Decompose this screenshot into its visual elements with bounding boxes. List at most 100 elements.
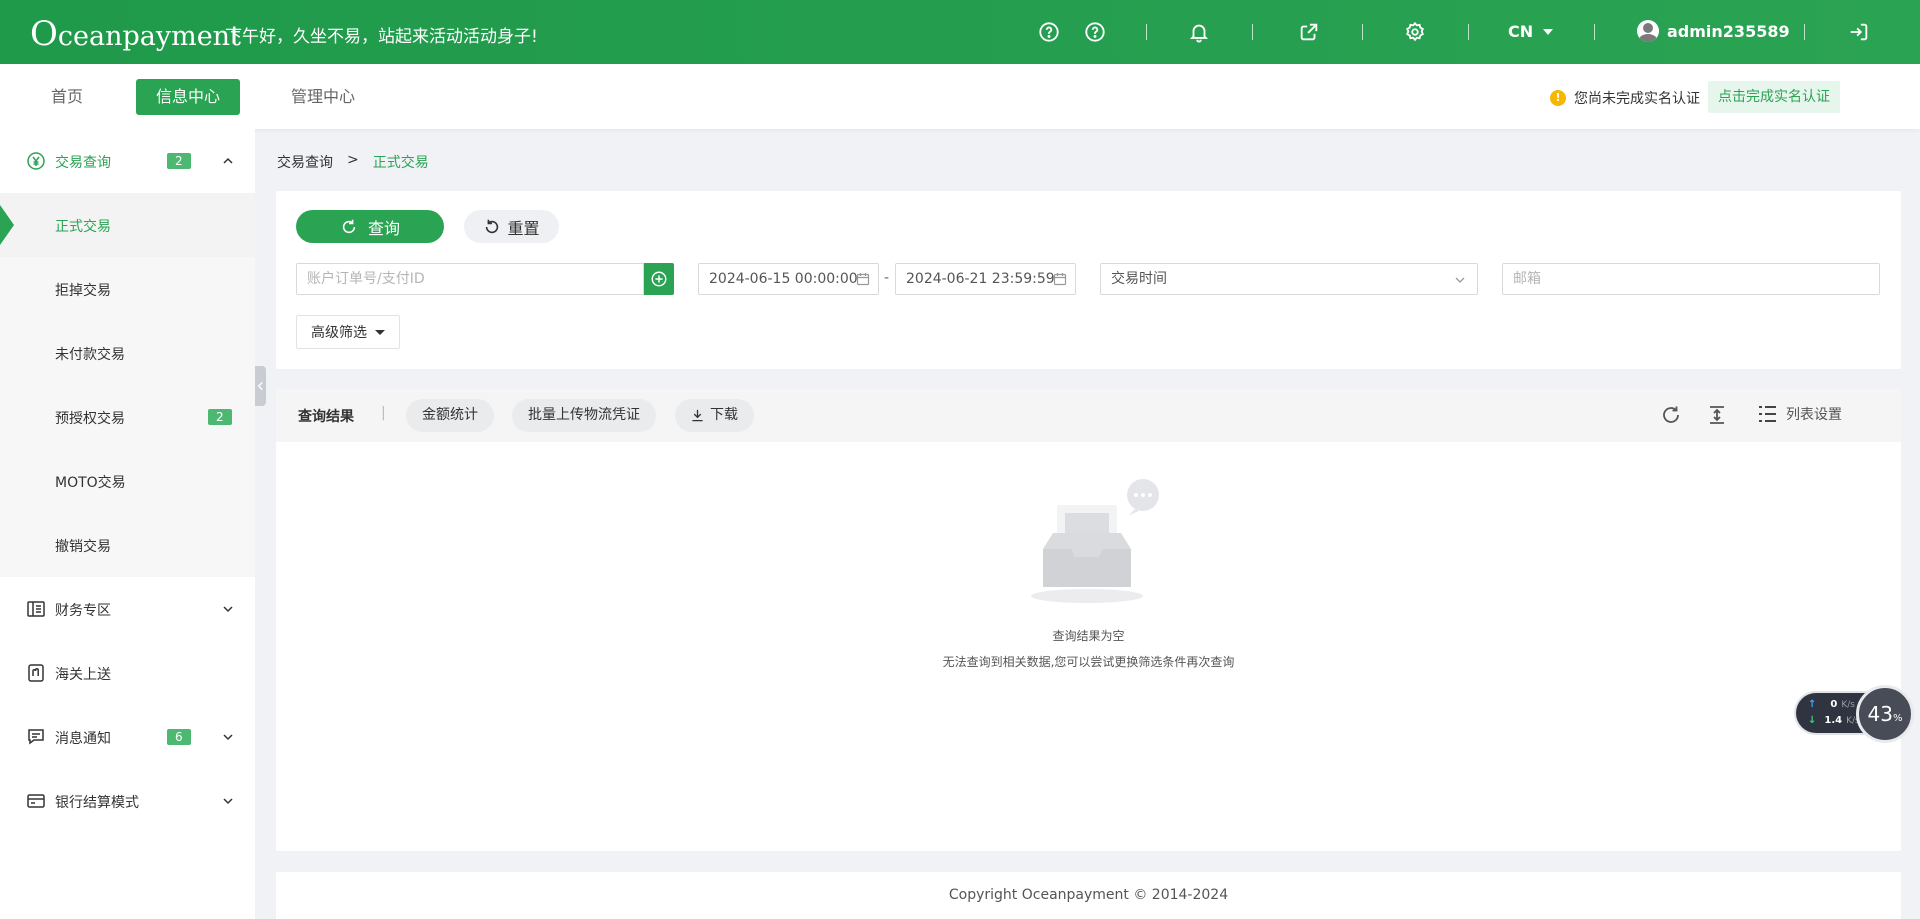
amount-stats-button[interactable]: 金额统计 <box>406 399 494 432</box>
sidebar-group-transactions[interactable]: 交易查询 2 <box>0 129 255 193</box>
top-bar: Oceanpayment 下午好，久坐不易，站起来活动活动身子! <box>0 0 1920 64</box>
sidebar-item-moto-transactions[interactable]: MOTO交易 <box>0 449 255 513</box>
user-menu[interactable]: admin235589 <box>1637 20 1790 42</box>
sidebar-item-label: 撤销交易 <box>55 539 111 555</box>
username: admin235589 <box>1667 21 1790 41</box>
sidebar-group-messages[interactable]: 消息通知 6 <box>0 705 255 769</box>
breadcrumb-separator: > <box>347 152 359 168</box>
start-date-value: 2024-06-15 00:00:00 <box>709 271 858 287</box>
reset-button[interactable]: 重置 <box>464 210 559 243</box>
logout-icon[interactable] <box>1848 21 1870 43</box>
tab-home[interactable]: 首页 <box>31 79 103 115</box>
network-speed-widget[interactable]: ↑ 0 K/s ↓ 1.4 K/s 43% <box>1796 685 1920 743</box>
end-date-input[interactable]: 2024-06-21 23:59:59 <box>895 263 1076 295</box>
tab-management-center[interactable]: 管理中心 <box>271 79 375 115</box>
row-height-icon[interactable] <box>1706 404 1728 426</box>
warning-icon: ! <box>1550 90 1566 106</box>
sidebar-item-label: MOTO交易 <box>55 475 126 491</box>
caret-down-icon <box>1543 28 1554 35</box>
calendar-icon <box>1053 273 1067 286</box>
sidebar-group-customs[interactable]: 海关上送 <box>0 641 255 705</box>
undo-icon <box>486 219 499 233</box>
sidebar-collapse-handle[interactable] <box>255 366 266 406</box>
percent-value: 43 <box>1867 702 1893 726</box>
message-icon <box>28 729 44 745</box>
column-settings-label: 列表设置 <box>1786 407 1842 423</box>
plus-circle-icon <box>651 271 667 287</box>
sidebar-group-finance[interactable]: 财务专区 <box>0 577 255 641</box>
verification-notice: ! 您尚未完成实名认证 <box>1550 88 1700 108</box>
batch-upload-button[interactable]: 批量上传物流凭证 <box>512 399 656 432</box>
sidebar-submenu: 正式交易 拒掉交易 未付款交易 预授权交易 2 MOTO交易 撤销交易 <box>0 193 255 577</box>
help-icon[interactable] <box>1084 21 1106 43</box>
reset-button-label: 重置 <box>507 218 540 238</box>
chevron-down-icon <box>223 798 233 805</box>
order-id-input[interactable]: 账户订单号/支付ID <box>296 263 644 295</box>
bell-icon[interactable] <box>1188 21 1210 43</box>
upload-value: 0 <box>1830 699 1838 710</box>
percent-unit: % <box>1892 712 1903 724</box>
help-icon[interactable] <box>1038 21 1060 43</box>
bank-card-icon <box>27 794 45 808</box>
breadcrumb-parent[interactable]: 交易查询 <box>277 152 333 172</box>
sidebar-group-label: 海关上送 <box>55 667 111 683</box>
sidebar-group-label: 银行结算模式 <box>55 795 139 811</box>
result-panel: 查询结果 | 金额统计 批量上传物流凭证 下载 列表设置 查询结果为空 无法查询… <box>276 389 1901 851</box>
language-selector[interactable]: CN <box>1508 22 1554 41</box>
upload-unit: K/s <box>1841 699 1855 710</box>
advanced-filter-button[interactable]: 高级筛选 <box>296 315 400 349</box>
time-type-select[interactable]: 交易时间 <box>1100 263 1478 295</box>
count-badge: 2 <box>208 409 232 425</box>
tab-info-center[interactable]: 信息中心 <box>136 79 241 115</box>
result-toolbar: 查询结果 | 金额统计 批量上传物流凭证 下载 列表设置 <box>276 389 1901 442</box>
external-link-icon[interactable] <box>1298 21 1320 43</box>
sidebar-item-rejected-transactions[interactable]: 拒掉交易 <box>0 257 255 321</box>
sidebar-item-label: 拒掉交易 <box>55 283 111 299</box>
avatar <box>1637 20 1659 42</box>
query-button[interactable]: 查询 <box>296 210 444 243</box>
sidebar-item-label: 预授权交易 <box>55 411 125 427</box>
arrow-up-icon: ↑ <box>1808 699 1817 710</box>
greeting-text: 下午好，久坐不易，站起来活动活动身子! <box>225 27 538 47</box>
sidebar-item-formal-transactions[interactable]: 正式交易 <box>0 193 255 257</box>
sidebar-item-cancelled-transactions[interactable]: 撤销交易 <box>0 513 255 577</box>
copyright-text: Copyright Oceanpayment © 2014-2024 <box>948 887 1229 903</box>
sidebar-item-unpaid-transactions[interactable]: 未付款交易 <box>0 321 255 385</box>
divider <box>1468 24 1469 40</box>
divider <box>1252 24 1253 40</box>
refresh-icon[interactable] <box>1660 404 1682 426</box>
ledger-icon <box>27 601 45 617</box>
logo[interactable]: Oceanpayment <box>30 14 241 54</box>
sidebar-item-label: 正式交易 <box>55 219 111 235</box>
divider <box>1146 24 1147 40</box>
start-date-input[interactable]: 2024-06-15 00:00:00 <box>698 263 879 295</box>
footer: Copyright Oceanpayment © 2014-2024 <box>276 872 1901 919</box>
column-settings-button[interactable]: 列表设置 <box>1756 403 1842 425</box>
divider <box>1362 24 1363 40</box>
batch-upload-label: 批量上传物流凭证 <box>528 407 640 423</box>
result-title: 查询结果 <box>298 409 354 425</box>
sidebar: 交易查询 2 正式交易 拒掉交易 未付款交易 预授权交易 2 MOTO交易 撤销… <box>0 129 255 919</box>
sidebar-item-preauth-transactions[interactable]: 预授权交易 2 <box>0 385 255 449</box>
gear-icon[interactable] <box>1404 21 1426 43</box>
empty-description: 无法查询到相关数据,您可以尝试更换筛选条件再次查询 <box>942 655 1235 669</box>
time-type-value: 交易时间 <box>1111 271 1167 287</box>
order-id-placeholder: 账户订单号/支付ID <box>307 271 425 287</box>
add-condition-button[interactable] <box>644 263 674 295</box>
upload-speed: ↑ 0 K/s <box>1808 699 1855 710</box>
sidebar-item-label: 未付款交易 <box>55 347 125 363</box>
download-icon <box>692 409 703 422</box>
sidebar-group-bank-settlement[interactable]: 银行结算模式 <box>0 769 255 833</box>
verify-identity-button[interactable]: 点击完成实名认证 <box>1708 81 1840 113</box>
yen-circle-icon <box>27 152 45 170</box>
chevron-down-icon <box>1455 277 1465 283</box>
download-button[interactable]: 下载 <box>675 399 754 432</box>
email-placeholder: 邮箱 <box>1513 271 1541 287</box>
download-speed: ↓ 1.4 K/s <box>1808 715 1860 726</box>
sidebar-group-label: 消息通知 <box>55 731 111 747</box>
count-badge: 6 <box>167 729 191 745</box>
count-badge: 2 <box>167 153 191 169</box>
breadcrumb-current: 正式交易 <box>372 155 429 171</box>
calendar-icon <box>856 273 870 286</box>
email-input[interactable]: 邮箱 <box>1502 263 1880 295</box>
